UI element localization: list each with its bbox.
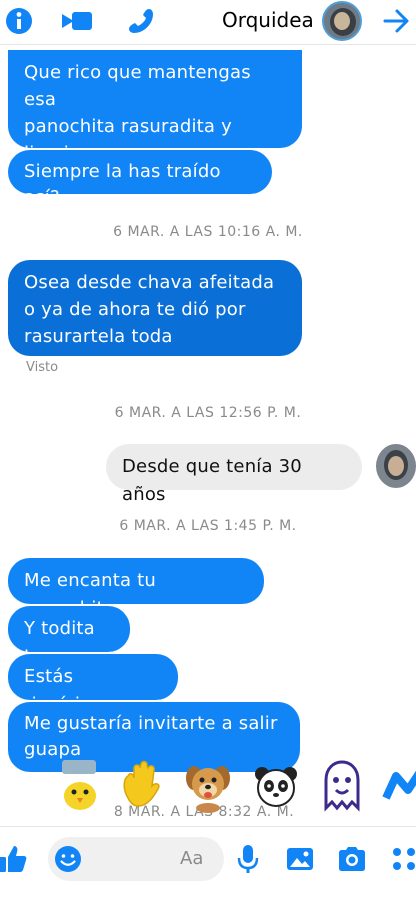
message-bubble[interactable]: Y todita tu (8, 606, 130, 667)
message-list[interactable]: Que rico que mantengas esa panochita ras… (0, 44, 416, 816)
gallery-icon[interactable] (284, 843, 316, 875)
message-input[interactable]: Aa (48, 837, 224, 881)
dog-sticker[interactable] (180, 758, 236, 814)
timestamp: 6 MAR. A LAS 12:56 P. M. (114, 405, 302, 421)
emoji-icon[interactable] (52, 843, 84, 875)
message-bubble[interactable]: Siempre la has traído así? (8, 150, 272, 208)
forward-arrow-icon[interactable] (380, 4, 414, 38)
video-call-icon[interactable] (60, 4, 94, 38)
microphone-icon[interactable] (232, 843, 264, 875)
message-bubble[interactable]: Desde que tenía 30 años (106, 444, 362, 505)
timestamp: 6 MAR. A LAS 1:45 P. M. (119, 518, 297, 534)
waving-hand-sticker[interactable] (114, 758, 170, 814)
apps-icon[interactable] (388, 843, 416, 875)
message-bubble[interactable]: Me encanta tu panochita (8, 558, 264, 619)
contact-avatar[interactable] (322, 1, 362, 41)
timestamp: 6 MAR. A LAS 10:16 A. M. (113, 224, 303, 240)
camera-icon[interactable] (336, 843, 368, 875)
chat-header: Orquidea (0, 0, 416, 45)
chick-sticker[interactable] (52, 758, 108, 814)
like-icon[interactable] (0, 843, 28, 875)
sticker-suggestions (0, 758, 416, 820)
message-bubble[interactable]: Estás riquísima (8, 654, 178, 715)
message-bubble[interactable]: Que rico que mantengas esa panochita ras… (8, 50, 302, 164)
composer-bar: Aa (0, 826, 416, 901)
info-icon[interactable] (2, 4, 36, 38)
message-bubble[interactable]: Osea desde chava afeitada o ya de ahora … (8, 260, 302, 356)
messenger-logo-sticker[interactable] (380, 758, 416, 814)
contact-name[interactable]: Orquidea (222, 8, 314, 32)
ghost-sticker[interactable] (314, 758, 370, 814)
message-placeholder: Aa (180, 848, 204, 869)
phone-icon[interactable] (124, 4, 158, 38)
panda-sticker[interactable] (248, 758, 304, 814)
seen-indicator: Visto (26, 360, 59, 375)
contact-avatar-small[interactable] (376, 444, 416, 488)
